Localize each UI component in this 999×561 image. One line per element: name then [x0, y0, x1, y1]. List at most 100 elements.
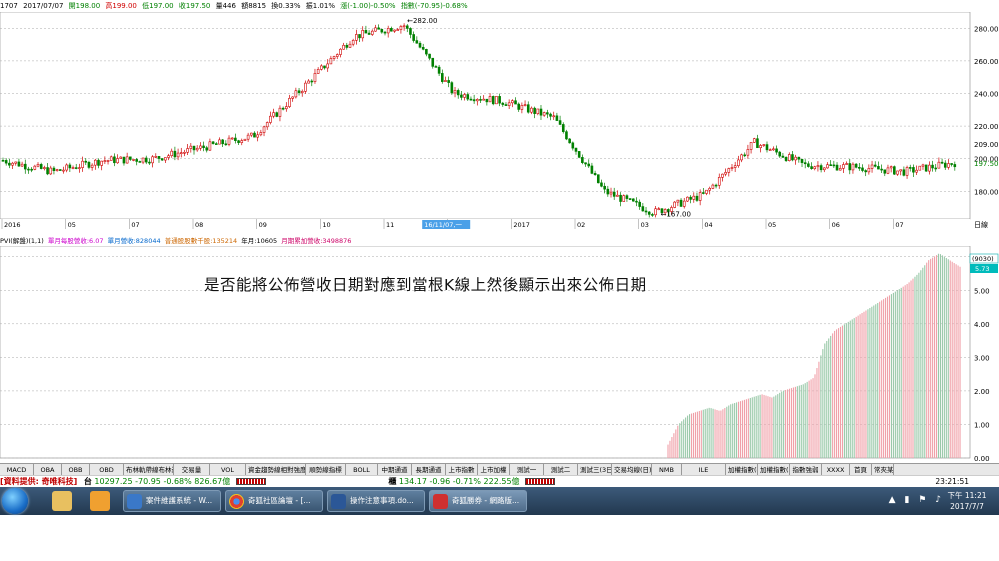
- candle-body: [552, 115, 556, 118]
- taiex-bars: [235, 478, 266, 485]
- candle-body: [125, 156, 129, 164]
- candle-body: [272, 112, 275, 117]
- candle-body: [396, 29, 400, 31]
- candle-body: [940, 161, 944, 164]
- candle-body: [800, 158, 804, 163]
- network-icon[interactable]: ▮: [904, 495, 909, 505]
- candle-body: [447, 80, 450, 83]
- start-button[interactable]: [2, 488, 28, 514]
- candle-body: [415, 40, 419, 44]
- taskbar-item-forum[interactable]: 奇狐社區論壇 - [...: [225, 490, 323, 512]
- fox-icon: [433, 494, 448, 509]
- candle-body: [727, 168, 731, 173]
- candle-body: [705, 189, 708, 194]
- candle-body: [345, 44, 349, 48]
- candle-body: [775, 148, 778, 153]
- candle-body: [768, 149, 772, 151]
- taskbar-item-word-doc[interactable]: 操作注意事項.do...: [327, 490, 425, 512]
- candle-body: [84, 160, 88, 163]
- candle-body: [762, 144, 766, 146]
- candle-body: [425, 49, 428, 55]
- candle-body: [813, 166, 817, 169]
- candle-body: [78, 167, 81, 169]
- candle-body: [393, 29, 396, 32]
- candle-body: [259, 132, 263, 136]
- tray-up-icon[interactable]: ▲: [889, 495, 896, 505]
- candle-body: [743, 154, 747, 157]
- indicator-title: PVI(解盤)(1,1): [0, 237, 44, 245]
- candle-body: [635, 200, 638, 203]
- candle-body: [737, 159, 740, 167]
- volume-icon[interactable]: ♪: [935, 495, 941, 505]
- date-tick-label: 09: [259, 221, 267, 229]
- candle-body: [937, 161, 941, 169]
- flag-icon[interactable]: ⚑: [918, 495, 926, 505]
- candle-body: [11, 162, 14, 166]
- candle-body: [335, 54, 339, 57]
- candle-body: [507, 102, 511, 106]
- candle-body: [46, 167, 49, 175]
- taskbar-item-case-system[interactable]: 案件維護系統 - W...: [123, 490, 221, 512]
- price-grid: [0, 12, 971, 220]
- candle-body: [109, 156, 113, 161]
- outlook-icon[interactable]: [90, 491, 110, 511]
- candlestick-chart[interactable]: ←282.00 ←167.00 280.00 260.00 240.00 220.00 2…: [0, 12, 999, 236]
- legend-accum: 月期累加營收:3498876: [281, 237, 352, 245]
- candle-body: [616, 194, 619, 197]
- candle-body: [673, 201, 676, 208]
- candle-body: [784, 157, 788, 161]
- candle-body: [307, 80, 310, 84]
- candle-body: [94, 159, 97, 166]
- clock-time: 下午 11:21: [947, 491, 987, 500]
- taskbar-item-trading-app[interactable]: 奇狐勝券 - 網路版...: [429, 490, 527, 512]
- candle-body: [622, 195, 626, 202]
- candle-body: [119, 156, 123, 159]
- candle-body: [896, 170, 899, 175]
- candle-body: [631, 198, 635, 202]
- candle-body: [832, 164, 836, 167]
- candle-body: [421, 46, 425, 50]
- candle-body: [466, 94, 470, 100]
- candle-body: [781, 155, 785, 158]
- candle-body: [405, 25, 409, 29]
- candle-body: [214, 143, 218, 145]
- price-marker-label: 197.50: [974, 160, 999, 168]
- candle-body: [428, 53, 431, 59]
- candle-body: [921, 164, 925, 167]
- taskbar-clock[interactable]: 下午 11:21 2017/7/7: [943, 490, 991, 512]
- candle-body: [657, 208, 661, 211]
- candle-body: [224, 143, 228, 146]
- candle-body: [692, 195, 696, 200]
- candle-body: [889, 166, 893, 169]
- candle-body: [351, 40, 355, 45]
- candle-body: [479, 99, 482, 101]
- candle-body: [218, 139, 221, 145]
- candle-body: [947, 163, 950, 168]
- candle-body: [237, 140, 240, 143]
- price-tick-label: 209.00: [974, 141, 999, 149]
- candle-body: [453, 90, 457, 94]
- volume-tick-label: 4.00: [974, 321, 990, 329]
- candle-body: [845, 163, 848, 165]
- candle-body: [702, 192, 705, 194]
- candle-body: [593, 173, 597, 176]
- candle-body: [49, 167, 53, 175]
- candle-body: [568, 138, 571, 144]
- candle-body: [278, 107, 282, 117]
- candle-body: [383, 31, 387, 34]
- candle-body: [756, 138, 759, 149]
- price-tick-label: 240.00: [974, 90, 999, 98]
- folder-icon[interactable]: [52, 491, 72, 511]
- candle-body: [367, 32, 371, 35]
- candle-body: [342, 44, 345, 50]
- candle-body: [565, 131, 568, 140]
- candle-body: [644, 210, 648, 213]
- candle-body: [250, 132, 253, 136]
- candle-body: [179, 152, 183, 154]
- candle-body: [361, 30, 365, 39]
- candle-body: [402, 25, 406, 28]
- candle-body: [571, 142, 575, 149]
- candle-body: [491, 96, 495, 105]
- candle-body: [160, 158, 164, 161]
- candle-body: [313, 73, 317, 82]
